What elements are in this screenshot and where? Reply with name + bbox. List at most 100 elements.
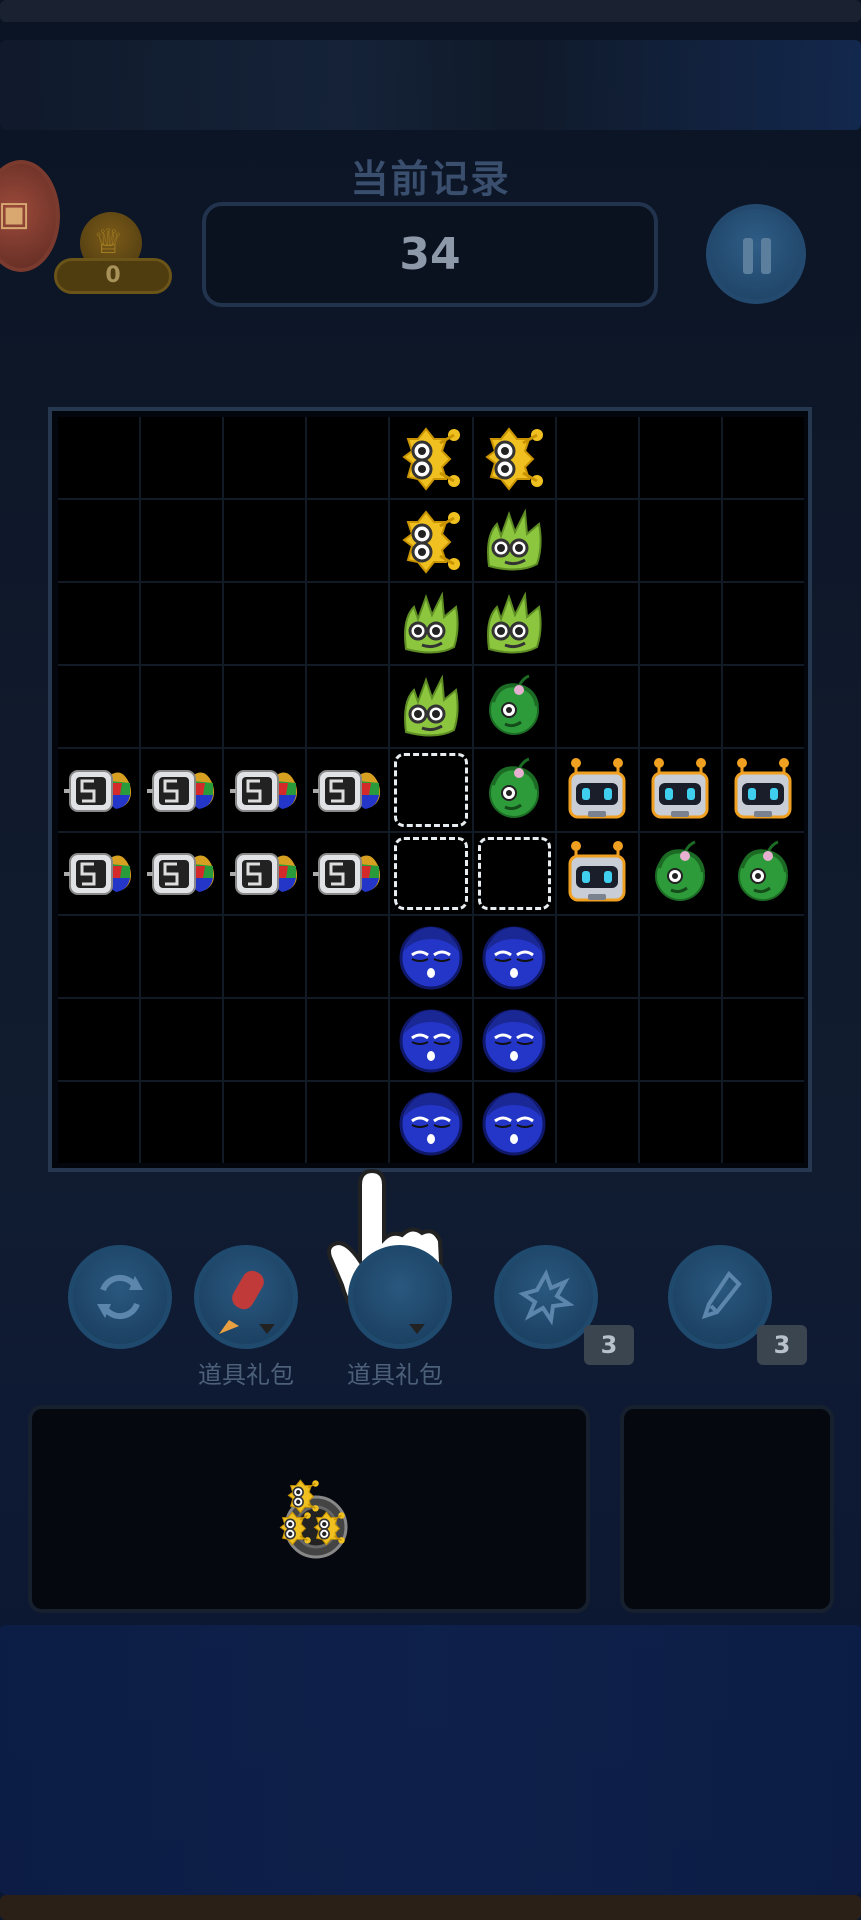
board-cell[interactable] xyxy=(556,666,638,748)
board-cell[interactable] xyxy=(639,915,721,997)
board-cell[interactable] xyxy=(224,1081,306,1163)
board-cell[interactable] xyxy=(390,417,472,499)
board-cell[interactable] xyxy=(722,583,804,665)
board-cell[interactable] xyxy=(58,1081,140,1163)
board-cell[interactable] xyxy=(722,666,804,748)
board-cell[interactable] xyxy=(58,832,140,914)
board-cell[interactable] xyxy=(639,749,721,831)
board-cell[interactable] xyxy=(307,998,389,1080)
board-cell[interactable] xyxy=(58,915,140,997)
board-cell[interactable] xyxy=(722,749,804,831)
board-cell[interactable] xyxy=(141,832,223,914)
score-value: 34 xyxy=(399,229,461,280)
board-cell[interactable] xyxy=(556,500,638,582)
board-cell[interactable] xyxy=(556,417,638,499)
target-slot[interactable] xyxy=(390,749,472,831)
board-cell[interactable] xyxy=(307,832,389,914)
board-cell[interactable] xyxy=(390,998,472,1080)
robo-fish-piece xyxy=(313,755,383,825)
board-cell[interactable] xyxy=(58,998,140,1080)
board-cell[interactable] xyxy=(556,1081,638,1163)
board-cell[interactable] xyxy=(722,417,804,499)
leaf-piece xyxy=(479,506,549,576)
blue-face-piece xyxy=(479,1087,549,1157)
board-cell[interactable] xyxy=(722,500,804,582)
board-cell[interactable] xyxy=(307,1081,389,1163)
hammer-tool-button[interactable] xyxy=(348,1245,452,1349)
board-cell[interactable] xyxy=(473,500,555,582)
board-cell[interactable] xyxy=(58,583,140,665)
board-cell[interactable] xyxy=(556,915,638,997)
board-cell[interactable] xyxy=(224,749,306,831)
board-cell[interactable] xyxy=(58,500,140,582)
board-cell[interactable] xyxy=(390,666,472,748)
board-cell[interactable] xyxy=(556,749,638,831)
board-cell[interactable] xyxy=(141,417,223,499)
board-cell[interactable] xyxy=(722,832,804,914)
board-cell[interactable] xyxy=(722,998,804,1080)
top-banner-blur xyxy=(0,0,861,22)
board-cell[interactable] xyxy=(224,500,306,582)
board-cell[interactable] xyxy=(307,583,389,665)
board-cell[interactable] xyxy=(639,417,721,499)
board-cell[interactable] xyxy=(639,583,721,665)
board-cell[interactable] xyxy=(639,500,721,582)
tools-bar: 道具礼包 道具礼包 3 3 xyxy=(0,1245,861,1389)
board-cell[interactable] xyxy=(556,832,638,914)
board-cell[interactable] xyxy=(473,998,555,1080)
board-cell[interactable] xyxy=(141,749,223,831)
board-cell[interactable] xyxy=(307,749,389,831)
board-cell[interactable] xyxy=(141,583,223,665)
hammer-icon xyxy=(409,1324,425,1334)
board-cell[interactable] xyxy=(639,832,721,914)
board-cell[interactable] xyxy=(722,915,804,997)
board-cell[interactable] xyxy=(224,832,306,914)
board-cell[interactable] xyxy=(722,1081,804,1163)
board-cell[interactable] xyxy=(141,666,223,748)
refresh-tool-button[interactable] xyxy=(68,1245,172,1349)
board-cell[interactable] xyxy=(224,417,306,499)
board-cell[interactable] xyxy=(307,915,389,997)
board-cell[interactable] xyxy=(58,417,140,499)
sun-cluster-piece[interactable] xyxy=(272,1477,382,1567)
board-cell[interactable] xyxy=(390,1081,472,1163)
robo-fish-piece xyxy=(64,755,134,825)
blue-face-piece xyxy=(396,1004,466,1074)
board-cell[interactable] xyxy=(224,998,306,1080)
board-cell[interactable] xyxy=(473,417,555,499)
board-cell[interactable] xyxy=(390,915,472,997)
board-cell[interactable] xyxy=(58,749,140,831)
board-cell[interactable] xyxy=(141,998,223,1080)
board-cell[interactable] xyxy=(473,1081,555,1163)
board-cell[interactable] xyxy=(473,583,555,665)
board-cell[interactable] xyxy=(224,583,306,665)
board-cell[interactable] xyxy=(58,666,140,748)
target-slot[interactable] xyxy=(473,832,555,914)
board-cell[interactable] xyxy=(141,500,223,582)
board-cell[interactable] xyxy=(473,666,555,748)
board-cell[interactable] xyxy=(639,1081,721,1163)
board-cell[interactable] xyxy=(390,583,472,665)
pause-button[interactable] xyxy=(706,204,806,304)
rocket-tool-button[interactable] xyxy=(194,1245,298,1349)
target-slot[interactable] xyxy=(390,832,472,914)
board-cell[interactable] xyxy=(556,998,638,1080)
board-cell[interactable] xyxy=(224,915,306,997)
sun-piece xyxy=(479,423,549,493)
board-cell[interactable] xyxy=(473,915,555,997)
board-cell[interactable] xyxy=(141,1081,223,1163)
board-cell[interactable] xyxy=(473,749,555,831)
board-cell[interactable] xyxy=(307,666,389,748)
burst-tool-button[interactable] xyxy=(494,1245,598,1349)
board-cell[interactable] xyxy=(556,583,638,665)
board-cell[interactable] xyxy=(639,666,721,748)
board-cell[interactable] xyxy=(141,915,223,997)
board-cell[interactable] xyxy=(390,500,472,582)
board-cell[interactable] xyxy=(639,998,721,1080)
leaf-piece xyxy=(479,589,549,659)
pause-icon xyxy=(743,238,753,274)
board-cell[interactable] xyxy=(307,417,389,499)
board-cell[interactable] xyxy=(307,500,389,582)
board-cell[interactable] xyxy=(224,666,306,748)
game-board xyxy=(48,407,812,1172)
